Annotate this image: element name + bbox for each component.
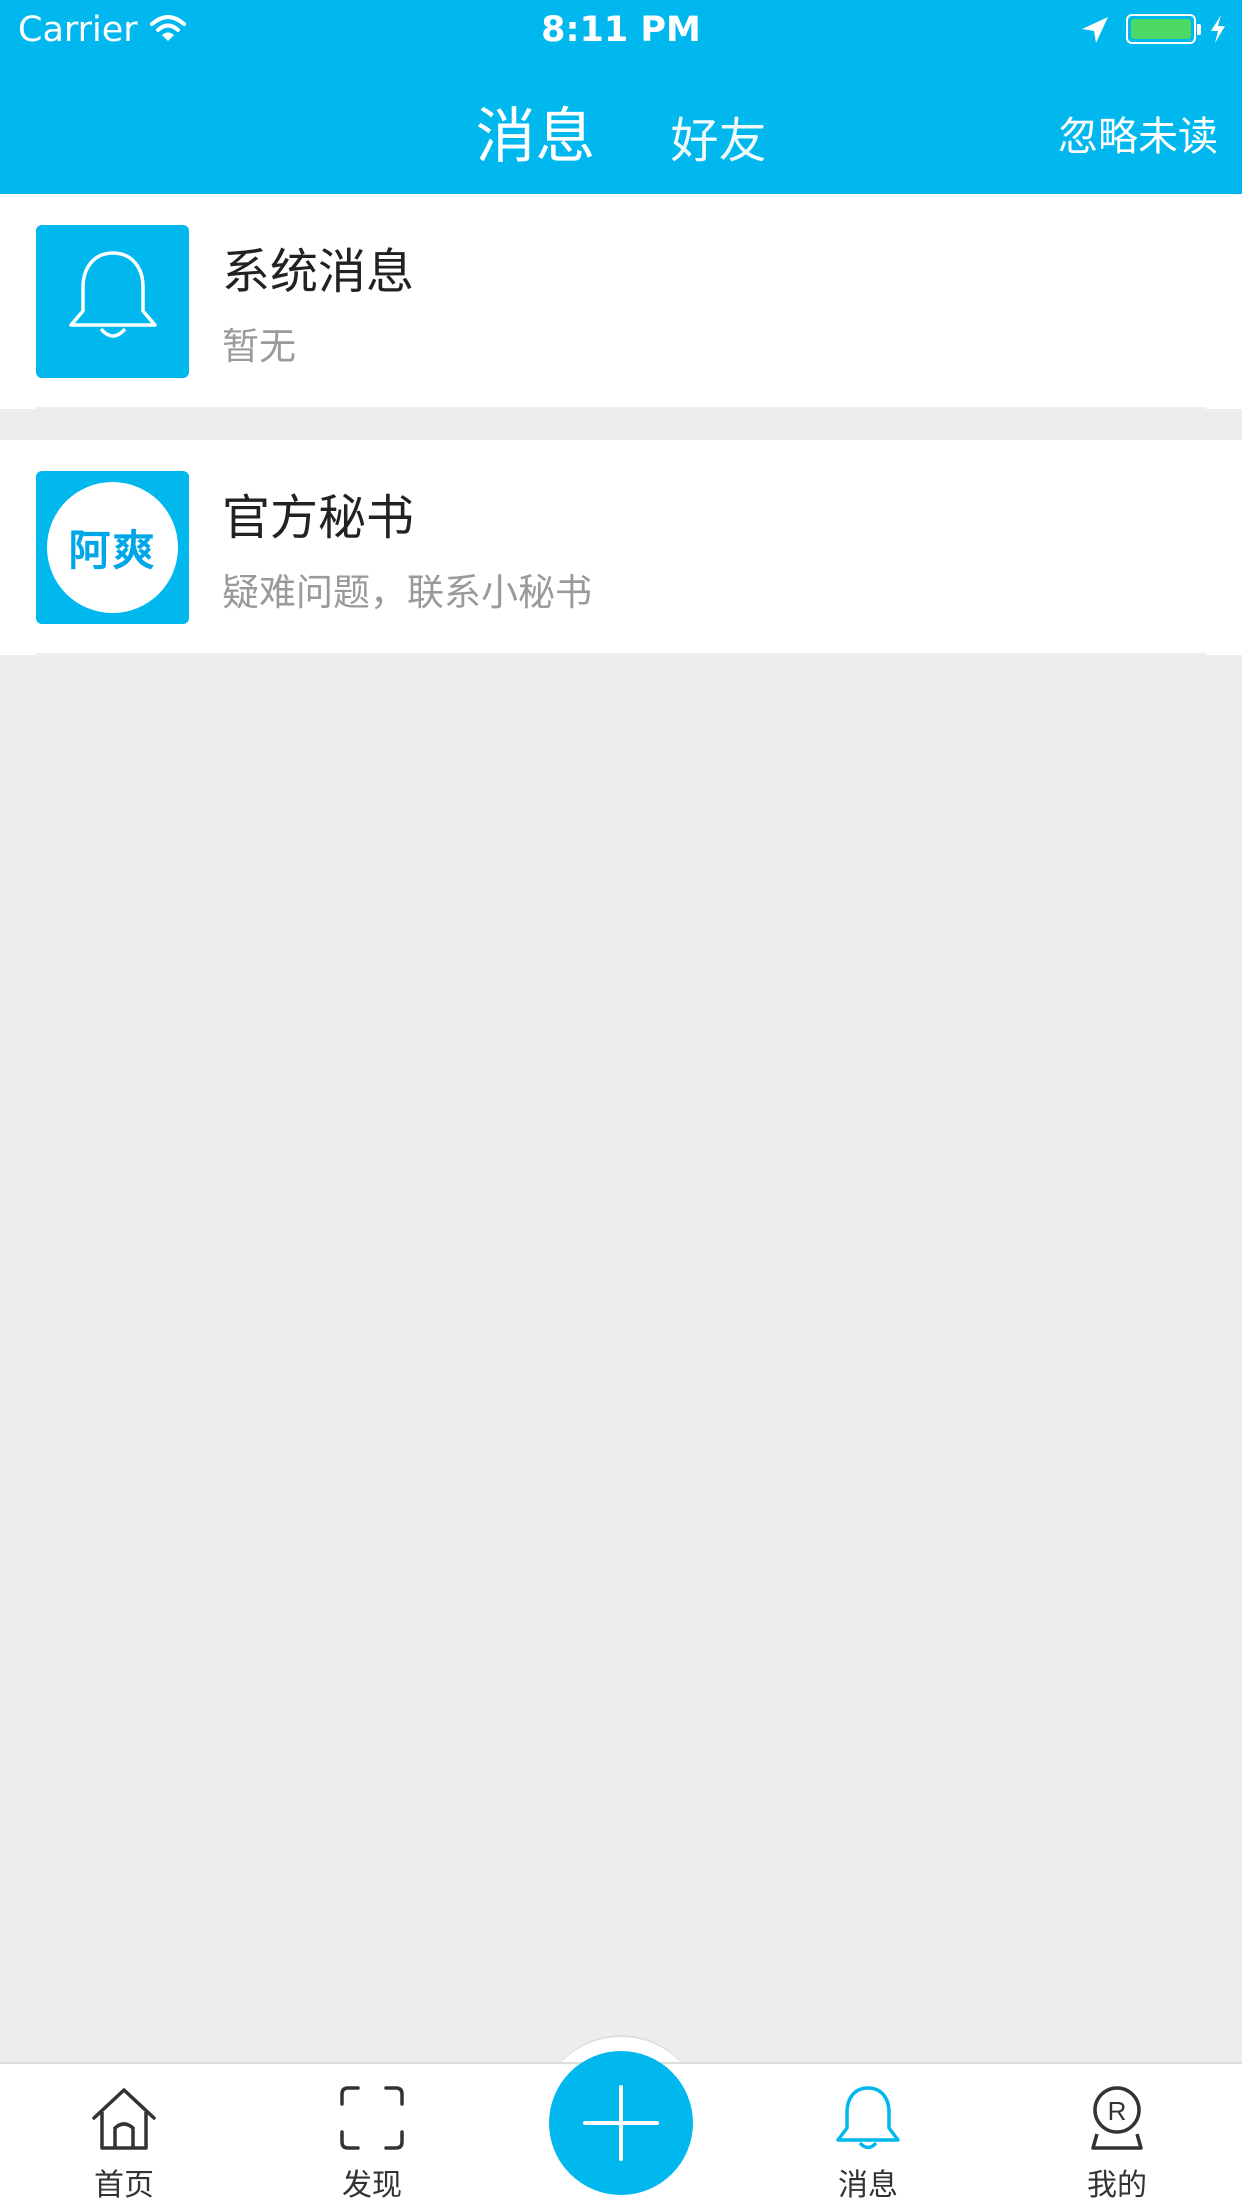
- secretary-logo-text: 阿爽: [47, 482, 178, 613]
- profile-icon: R: [1091, 2086, 1143, 2150]
- battery-tip: [1197, 24, 1201, 35]
- scan-icon: [340, 2086, 404, 2150]
- header: Carrier 8:11 PM 消息 好友 忽略未读: [0, 0, 1242, 194]
- message-title: 系统消息: [222, 244, 415, 300]
- plus-icon: [583, 2085, 659, 2161]
- message-item-secretary[interactable]: 阿爽 官方秘书 疑难问题，联系小秘书: [0, 440, 1242, 655]
- message-item-system[interactable]: 系统消息 暂无: [0, 194, 1242, 409]
- svg-text:R: R: [1108, 2096, 1127, 2126]
- tab-messages-bottom[interactable]: 消息: [788, 2082, 948, 2204]
- nav-tabs: 消息 好友: [0, 88, 1242, 175]
- location-arrow-icon: [1080, 15, 1110, 49]
- secretary-avatar: 阿爽: [36, 471, 189, 624]
- battery-icon: [1126, 14, 1196, 44]
- system-message-avatar: [36, 225, 189, 378]
- home-icon: [92, 2088, 156, 2150]
- message-subtitle: 暂无: [222, 325, 296, 368]
- bell-icon: [836, 2086, 900, 2150]
- message-title: 官方秘书: [222, 490, 415, 546]
- ignore-unread-button[interactable]: 忽略未读: [1058, 104, 1218, 162]
- tab-label: 我的: [1087, 2168, 1147, 2203]
- status-time: 8:11 PM: [541, 10, 701, 50]
- status-bar: Carrier 8:11 PM: [0, 0, 1242, 62]
- tab-messages[interactable]: 消息: [475, 88, 595, 175]
- tab-discover[interactable]: 发现: [292, 2082, 452, 2204]
- charging-bolt-icon: [1208, 14, 1228, 48]
- add-button[interactable]: [549, 2051, 693, 2195]
- tab-mine[interactable]: R 我的: [1037, 2082, 1197, 2204]
- tab-friends[interactable]: 好友: [671, 101, 767, 171]
- battery-level: [1131, 19, 1191, 39]
- bell-icon: [67, 247, 159, 351]
- tab-label: 发现: [342, 2168, 402, 2203]
- tab-label: 消息: [838, 2168, 898, 2203]
- tab-label: 首页: [94, 2168, 154, 2203]
- tab-home[interactable]: 首页: [44, 2082, 204, 2204]
- message-subtitle: 疑难问题，联系小秘书: [222, 571, 592, 614]
